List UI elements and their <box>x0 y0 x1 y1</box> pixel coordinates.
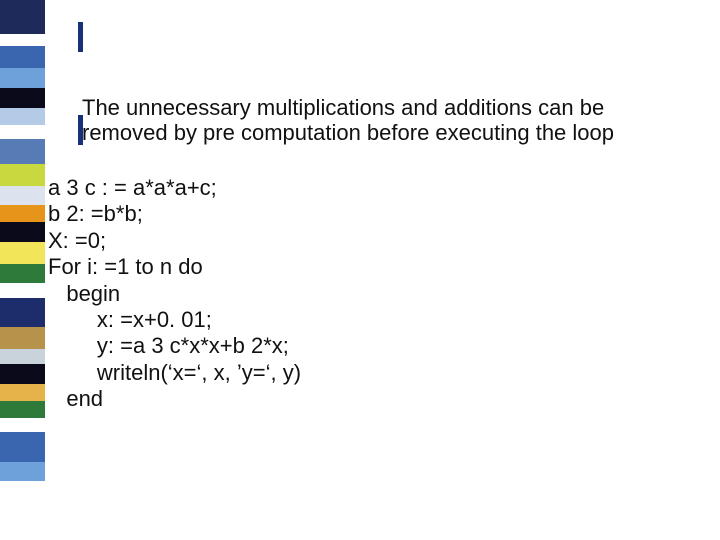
description-text: The unnecessary multiplications and addi… <box>82 95 682 146</box>
stripe <box>0 0 45 34</box>
slide: The unnecessary multiplications and addi… <box>0 0 720 540</box>
stripe <box>0 125 45 140</box>
stripe <box>0 264 45 284</box>
code-line: end <box>48 386 103 411</box>
stripe <box>0 164 45 186</box>
code-line: For i: =1 to n do <box>48 254 203 279</box>
code-line: X: =0; <box>48 228 106 253</box>
stripe <box>0 481 45 540</box>
stripe <box>0 205 45 222</box>
stripe <box>0 108 45 125</box>
stripe <box>0 242 45 264</box>
stripe <box>0 432 45 461</box>
stripe <box>0 462 45 482</box>
stripe <box>0 88 45 108</box>
stripe <box>0 349 45 364</box>
stripe <box>0 222 45 242</box>
stripe <box>0 418 45 433</box>
code-line: writeln(‘x=‘, x, ’y=‘, y) <box>48 360 301 385</box>
stripe <box>0 298 45 327</box>
stripe <box>0 401 45 418</box>
code-line: b 2: =b*b; <box>48 201 143 226</box>
code-line: a 3 c : = a*a*a+c; <box>48 175 217 200</box>
decorative-stripes <box>0 0 45 540</box>
code-line: x: =x+0. 01; <box>48 307 212 332</box>
stripe <box>0 327 45 349</box>
code-block: a 3 c : = a*a*a+c; b 2: =b*b; X: =0; For… <box>48 175 301 413</box>
stripe <box>0 46 45 68</box>
bullet-bar <box>78 22 83 52</box>
stripe <box>0 34 45 46</box>
stripe <box>0 139 45 163</box>
stripe <box>0 68 45 88</box>
code-line: y: =a 3 c*x*x+b 2*x; <box>48 333 289 358</box>
code-line: begin <box>48 281 120 306</box>
stripe <box>0 283 45 298</box>
stripe <box>0 384 45 401</box>
stripe <box>0 186 45 206</box>
stripe <box>0 364 45 384</box>
